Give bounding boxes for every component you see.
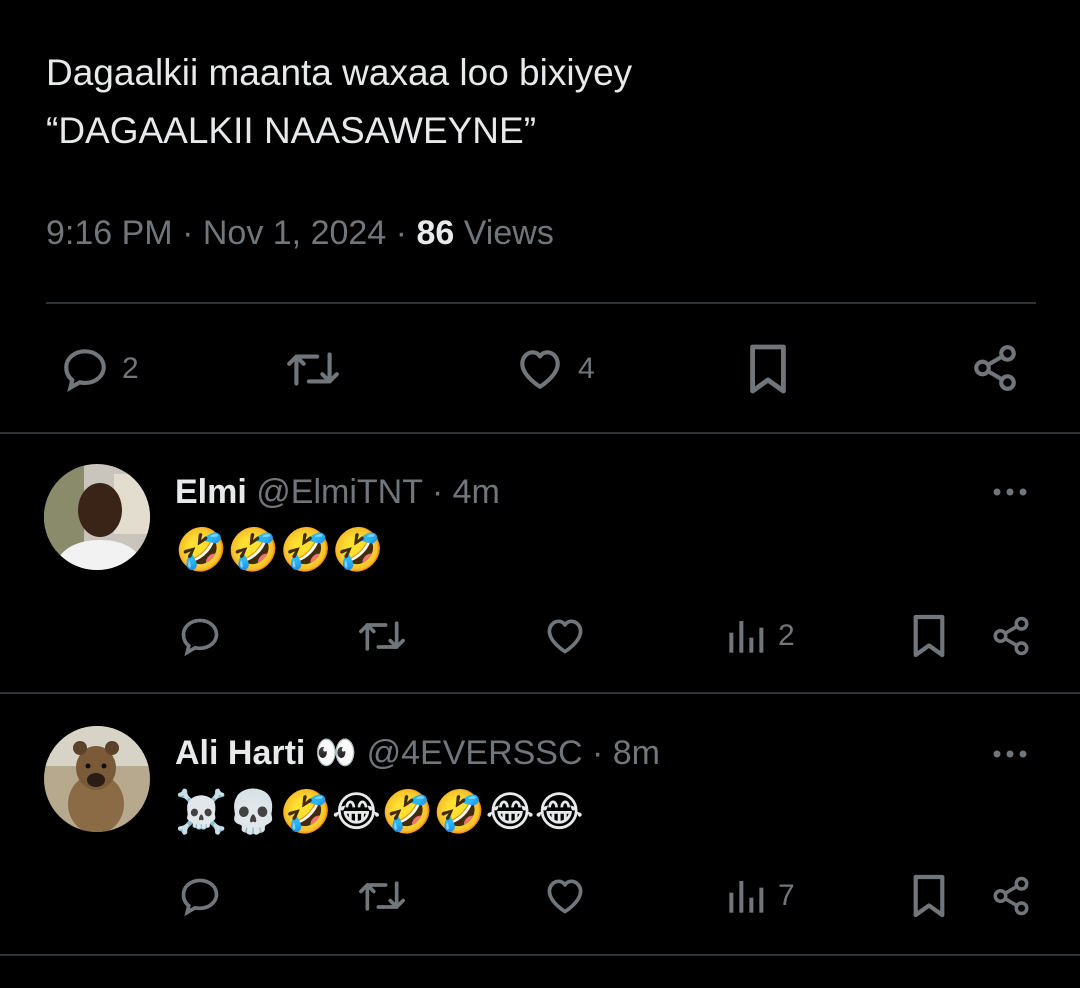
meta-separator: ·	[395, 214, 407, 252]
tweet-views-count[interactable]: 86	[416, 214, 454, 252]
retweet-button[interactable]	[356, 614, 408, 658]
more-options-button[interactable]	[990, 740, 1030, 773]
like-count: 4	[578, 352, 595, 385]
analytics-icon	[729, 621, 764, 653]
tweet-text-line-2: “DAGAALKII NAASAWEYNE”	[46, 110, 537, 151]
share-button[interactable]	[990, 874, 1032, 918]
share-icon	[993, 616, 1029, 656]
reply-time[interactable]: 8m	[613, 734, 660, 772]
reply-button[interactable]	[178, 874, 222, 918]
views-button[interactable]: 7	[726, 876, 795, 916]
reply-author-handle[interactable]: @ElmiTNT	[256, 473, 422, 511]
heart-icon	[520, 350, 560, 389]
views-count: 2	[778, 619, 795, 652]
reply-icon	[64, 349, 106, 393]
reply-author-handle[interactable]: @4EVERSSC	[367, 734, 583, 772]
reply-separator: ·	[431, 473, 444, 511]
retweet-icon	[359, 881, 405, 911]
reply-separator: ·	[591, 734, 604, 772]
bookmark-button[interactable]	[910, 612, 948, 660]
avatar-photo-icon	[44, 464, 150, 570]
heart-icon	[547, 879, 583, 914]
retweet-button[interactable]	[284, 344, 342, 394]
meta-divider	[46, 302, 1036, 304]
tweet-text: Dagaalkii maanta waxaa loo bixiyey “DAGA…	[46, 44, 1026, 160]
bookmark-icon	[750, 344, 786, 394]
avatar[interactable]	[44, 726, 150, 832]
thread-divider	[0, 432, 1080, 434]
reply-divider	[0, 692, 1080, 694]
avatar[interactable]	[44, 464, 150, 570]
reply-button[interactable]	[178, 614, 222, 658]
retweet-icon	[359, 621, 405, 651]
meta-separator: ·	[182, 214, 194, 252]
reply-button[interactable]: 2	[60, 344, 139, 394]
tweet-meta: 9:16 PM · Nov 1, 2024 · 86 Views	[46, 210, 554, 256]
views-count: 7	[778, 879, 795, 912]
retweet-button[interactable]	[356, 874, 408, 918]
bookmark-button[interactable]	[746, 342, 790, 396]
like-button[interactable]	[542, 614, 588, 658]
reply-divider	[0, 954, 1080, 956]
like-button[interactable]	[542, 874, 588, 918]
reply-author-name[interactable]: Elmi	[175, 473, 247, 511]
share-icon	[974, 345, 1016, 391]
more-icon	[993, 750, 1027, 758]
bookmark-icon	[913, 874, 945, 918]
retweet-icon	[287, 352, 339, 386]
share-button[interactable]	[970, 342, 1020, 394]
tweet-date[interactable]: Nov 1, 2024	[203, 214, 386, 252]
heart-icon	[547, 619, 583, 654]
tweet-text-line-1: Dagaalkii maanta waxaa loo bixiyey	[46, 52, 633, 93]
reply-header: Ali Harti 👀 @4EVERSSC · 8m	[175, 731, 660, 775]
bookmark-icon	[913, 614, 945, 658]
more-icon	[993, 488, 1027, 496]
tweet-views-label[interactable]: Views	[464, 214, 554, 252]
reply-text: ☠️💀🤣😂🤣🤣😂😂	[175, 787, 584, 836]
analytics-icon	[729, 881, 764, 913]
reply-author-name[interactable]: Ali Harti	[175, 734, 305, 772]
bookmark-button[interactable]	[910, 872, 948, 920]
share-button[interactable]	[990, 614, 1032, 658]
reply-time[interactable]: 4m	[453, 473, 500, 511]
more-options-button[interactable]	[990, 478, 1030, 511]
reply-count: 2	[122, 352, 139, 385]
avatar-hyena-icon	[44, 726, 150, 832]
views-button[interactable]: 2	[726, 616, 795, 656]
share-icon	[993, 876, 1029, 916]
tweet-time[interactable]: 9:16 PM	[46, 214, 173, 252]
like-button[interactable]: 4	[514, 344, 595, 394]
reply-header: Elmi @ElmiTNT · 4m	[175, 470, 500, 514]
reply-text: 🤣🤣🤣🤣	[175, 525, 385, 574]
reply-author-name-emoji: 👀	[314, 733, 358, 773]
reply-icon	[181, 878, 219, 917]
reply-icon	[181, 618, 219, 657]
